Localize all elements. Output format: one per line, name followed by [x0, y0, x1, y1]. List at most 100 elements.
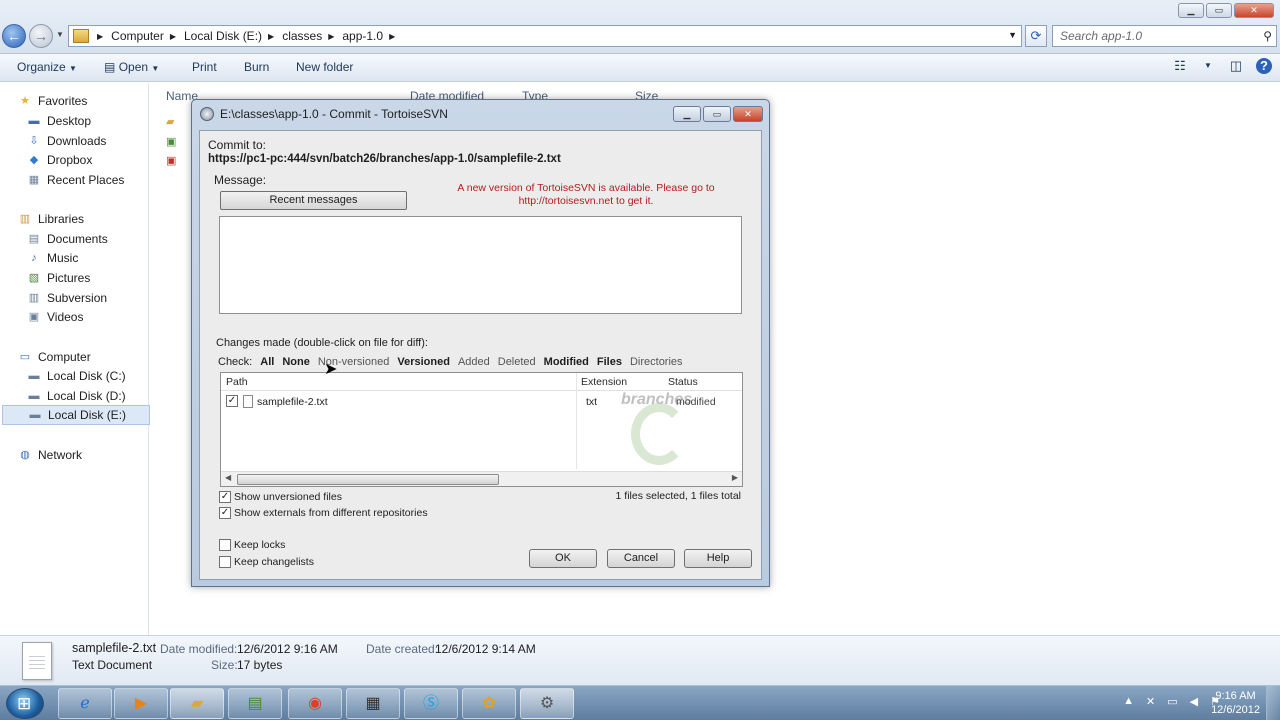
calculator-icon[interactable]: ▦	[346, 688, 400, 719]
nav-libraries[interactable]: ▥ Libraries	[18, 209, 166, 229]
breadcrumb-separator-icon[interactable]: ▶	[389, 32, 395, 41]
filter-all[interactable]: All	[260, 356, 274, 368]
filter-deleted[interactable]: Deleted	[498, 356, 536, 368]
breadcrumb-separator-icon[interactable]: ▶	[328, 32, 334, 41]
show-unversioned-option[interactable]: ✓ Show unversioned files	[219, 491, 342, 503]
scrollbar-thumb[interactable]	[237, 474, 499, 485]
filter-none[interactable]: None	[282, 356, 310, 368]
breadcrumb-app[interactable]: app-1.0 ▶	[342, 29, 395, 43]
address-bar[interactable]: ▶ Computer ▶ Local Disk (E:) ▶ classes ▶ ap…	[68, 25, 1022, 47]
help-button[interactable]: Help	[684, 549, 752, 568]
recent-pages-dropdown-icon[interactable]: ▼	[56, 30, 64, 39]
column-divider	[576, 373, 577, 469]
back-button[interactable]: ←	[2, 24, 26, 48]
ok-button[interactable]: OK	[529, 549, 597, 568]
clock[interactable]: 9:16 AM 12/6/2012	[1211, 689, 1260, 717]
tortoisesvn-icon[interactable]: ⚙	[520, 688, 574, 719]
dropbox-icon: ◆	[29, 153, 39, 166]
subversion-icon: ▥	[28, 291, 40, 304]
keep-changelists-checkbox[interactable]	[219, 556, 231, 568]
details-date-modified: 12/6/2012 9:16 AM	[237, 642, 338, 656]
list-item[interactable]: ▰	[166, 115, 188, 131]
dialog-close-button[interactable]: ✕	[733, 106, 763, 122]
list-item[interactable]: ▣	[166, 135, 188, 151]
keep-changelists-option[interactable]: Keep changelists	[219, 556, 314, 568]
forward-button[interactable]: →	[29, 24, 53, 48]
breadcrumb-computer[interactable]: Computer ▶	[111, 29, 176, 43]
update-notice[interactable]: A new version of TortoiseSVN is availabl…	[436, 182, 736, 208]
nav-computer[interactable]: ▭ Computer	[18, 347, 166, 367]
nav-favorites[interactable]: ★ Favorites	[18, 91, 166, 111]
nav-network[interactable]: ◍ Network	[18, 445, 166, 465]
search-icon[interactable]: ⚲	[1263, 26, 1272, 46]
app-flower-icon[interactable]: ✿	[462, 688, 516, 719]
open-label: Open	[118, 60, 149, 74]
show-externals-checkbox[interactable]: ✓	[219, 507, 231, 519]
internet-explorer-icon[interactable]: ℯ	[58, 688, 112, 719]
details-date-modified-label: Date modified:	[160, 642, 238, 656]
help-icon[interactable]: ?	[1256, 58, 1272, 74]
details-size-label: Size:	[211, 658, 238, 672]
filter-modified[interactable]: Modified	[544, 356, 589, 368]
refresh-button[interactable]: ⟳	[1025, 25, 1047, 47]
scroll-left-icon[interactable]: ◀	[225, 473, 231, 482]
media-player-icon[interactable]: ▶	[114, 688, 168, 719]
close-button[interactable]: ✕	[1234, 3, 1274, 18]
show-hidden-icons-icon[interactable]: ▲	[1123, 695, 1134, 708]
filter-files[interactable]: Files	[597, 356, 622, 368]
nav-local-disk-e[interactable]: ▬ Local Disk (E:)	[2, 405, 150, 425]
notepad-plus-icon[interactable]: ▤	[228, 688, 282, 719]
breadcrumb-separator-icon[interactable]: ▶	[268, 32, 274, 41]
view-dropdown-icon[interactable]: ▼	[1200, 58, 1216, 74]
scroll-right-icon[interactable]: ▶	[732, 473, 738, 482]
horizontal-scrollbar[interactable]: ◀ ▶	[221, 471, 742, 486]
commit-message-input[interactable]	[219, 216, 742, 314]
open-icon: ▤	[104, 60, 116, 74]
organize-button[interactable]: Organize ▼	[17, 60, 77, 74]
column-header-status[interactable]: Status	[668, 376, 698, 388]
network-status-icon[interactable]: ✕	[1146, 695, 1155, 708]
open-button[interactable]: ▤ Open ▼	[104, 60, 159, 74]
burn-button[interactable]: Burn	[244, 60, 269, 74]
list-item[interactable]: ▣	[166, 154, 188, 170]
print-button[interactable]: Print	[192, 60, 217, 74]
start-button[interactable]	[6, 688, 44, 719]
show-desktop-button[interactable]	[1266, 686, 1280, 720]
nav-label: Favorites	[38, 94, 88, 108]
table-row[interactable]: ✓ samplefile-2.txt txt modified	[221, 395, 742, 413]
nav-label: Computer	[38, 350, 91, 364]
cancel-button[interactable]: Cancel	[607, 549, 675, 568]
file-checkbox[interactable]: ✓	[226, 395, 238, 407]
change-view-icon[interactable]: ☷	[1172, 58, 1188, 74]
minimize-button[interactable]: ▁	[1178, 3, 1204, 18]
skype-icon[interactable]: Ⓢ	[404, 688, 458, 719]
monitor-icon[interactable]: ▭	[1167, 695, 1177, 708]
column-header-extension[interactable]: Extension	[581, 376, 627, 388]
filter-directories[interactable]: Directories	[630, 356, 683, 368]
dialog-minimize-button[interactable]: ▁	[673, 106, 701, 122]
filter-versioned[interactable]: Versioned	[397, 356, 450, 368]
keep-locks-option[interactable]: Keep locks	[219, 539, 285, 551]
dialog-title: E:\classes\app-1.0 - Commit - TortoiseSV…	[220, 107, 448, 121]
show-unversioned-checkbox[interactable]: ✓	[219, 491, 231, 503]
maximize-button[interactable]: ▭	[1206, 3, 1232, 18]
show-externals-option[interactable]: ✓ Show externals from different reposito…	[219, 507, 428, 519]
preview-pane-icon[interactable]: ◫	[1228, 58, 1244, 74]
breadcrumb-separator-icon[interactable]: ▶	[97, 32, 103, 41]
chrome-icon[interactable]: ◉	[288, 688, 342, 719]
selection-summary: 1 files selected, 1 files total	[615, 490, 741, 502]
volume-icon[interactable]: ◀	[1190, 695, 1198, 708]
breadcrumb-separator-icon[interactable]: ▶	[170, 32, 176, 41]
dialog-maximize-button[interactable]: ▭	[703, 106, 731, 122]
recent-messages-button[interactable]: Recent messages	[220, 191, 407, 210]
column-header-path[interactable]: Path	[226, 376, 248, 388]
address-dropdown-icon[interactable]: ▼	[1008, 30, 1017, 40]
filter-added[interactable]: Added	[458, 356, 490, 368]
search-input[interactable]: Search app-1.0 ⚲	[1052, 25, 1277, 47]
breadcrumb-classes[interactable]: classes ▶	[282, 29, 334, 43]
keep-locks-checkbox[interactable]	[219, 539, 231, 551]
breadcrumb-local-disk-e[interactable]: Local Disk (E:) ▶	[184, 29, 274, 43]
chevron-down-icon: ▼	[69, 64, 77, 73]
windows-explorer-icon[interactable]: ▰	[170, 688, 224, 719]
new-folder-button[interactable]: New folder	[296, 60, 353, 74]
